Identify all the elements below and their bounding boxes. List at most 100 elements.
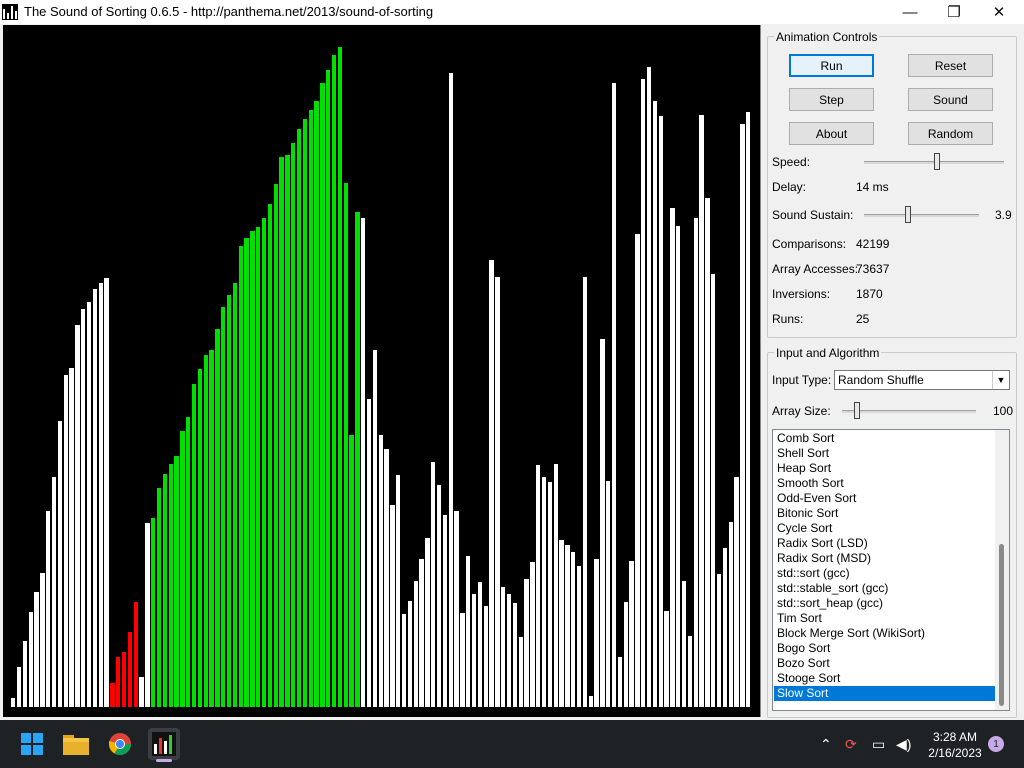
algorithm-list-item[interactable]: Radix Sort (LSD) xyxy=(774,536,996,551)
algorithm-list-item[interactable]: std::sort_heap (gcc) xyxy=(774,596,996,611)
array-bar xyxy=(594,558,599,707)
array-bar xyxy=(722,547,728,707)
volume-icon[interactable]: ◀) xyxy=(896,736,911,753)
sound-sustain-slider[interactable] xyxy=(864,206,979,224)
sound-of-sorting-icon[interactable] xyxy=(148,728,180,760)
array-bar xyxy=(11,697,16,707)
minimize-button[interactable]: — xyxy=(887,0,933,24)
speed-slider[interactable] xyxy=(864,153,1004,171)
array-bar xyxy=(285,155,290,707)
array-bar xyxy=(267,204,273,707)
array-bar xyxy=(524,579,529,707)
windows-start-icon[interactable] xyxy=(16,728,48,760)
file-explorer-icon[interactable] xyxy=(60,728,92,760)
array-bar xyxy=(296,129,302,707)
array-bar xyxy=(349,434,354,707)
speed-label: Speed: xyxy=(772,155,811,169)
array-bar xyxy=(226,295,232,707)
chrome-icon[interactable] xyxy=(104,728,136,760)
algorithm-list-item[interactable]: Cycle Sort xyxy=(774,521,996,536)
algorithm-list-item[interactable]: Stooge Sort xyxy=(774,671,996,686)
array-bar xyxy=(716,573,722,707)
algorithm-list-item[interactable]: Bozo Sort xyxy=(774,656,996,671)
scrollbar-thumb[interactable] xyxy=(999,544,1004,706)
array-bar xyxy=(34,592,39,707)
sound-sustain-slider-thumb[interactable] xyxy=(905,206,912,223)
algorithm-list-item[interactable]: Shell Sort xyxy=(774,446,996,461)
input-type-dropdown[interactable]: Random Shuffle ▼ xyxy=(834,370,1010,390)
array-bar xyxy=(390,504,395,707)
algorithm-list-item[interactable]: Block Merge Sort (WikiSort) xyxy=(774,626,996,641)
title-bar: The Sound of Sorting 0.6.5 - http://pant… xyxy=(0,0,1024,24)
array-bar xyxy=(291,143,296,707)
algorithm-list-item[interactable]: Bitonic Sort xyxy=(774,506,996,521)
array-bar xyxy=(676,225,681,707)
speed-slider-thumb[interactable] xyxy=(933,153,940,170)
algorithm-list-scrollbar[interactable] xyxy=(995,430,1009,710)
comparisons-value: 42199 xyxy=(856,237,890,251)
runs-label: Runs: xyxy=(772,312,804,326)
reset-button[interactable]: Reset xyxy=(908,54,993,77)
algorithm-list-item[interactable]: Slow Sort xyxy=(774,686,996,701)
array-bar xyxy=(22,641,27,707)
array-bar xyxy=(681,581,687,707)
chevron-up-icon[interactable]: ⌃ xyxy=(820,736,832,753)
close-button[interactable]: ✕ xyxy=(976,0,1022,24)
array-size-slider-thumb[interactable] xyxy=(853,402,860,419)
array-bar xyxy=(355,211,360,707)
array-bar xyxy=(705,198,710,707)
array-bar xyxy=(186,417,191,707)
array-bar xyxy=(372,349,378,707)
array-bar xyxy=(69,367,74,707)
run-button[interactable]: Run xyxy=(789,54,874,77)
algorithm-list[interactable]: Comb Sort Shell Sort Heap Sort Smooth Sort O… xyxy=(772,429,1010,711)
array-bar xyxy=(110,682,115,707)
array-bar xyxy=(431,462,436,707)
algorithm-list-item[interactable]: std::stable_sort (gcc) xyxy=(774,581,996,596)
maximize-button[interactable]: ❐ xyxy=(931,0,977,24)
array-bar xyxy=(740,124,745,707)
array-bar xyxy=(156,487,162,707)
algorithm-list-item[interactable]: Comb Sort xyxy=(774,431,996,446)
notification-badge[interactable]: 1 xyxy=(988,736,1004,752)
sort-visualization xyxy=(3,25,761,717)
display-icon[interactable]: ▭ xyxy=(872,736,885,753)
algorithm-list-item[interactable]: Heap Sort xyxy=(774,461,996,476)
array-bar xyxy=(46,511,51,707)
sound-sustain-value: 3.9 xyxy=(995,208,1012,222)
sound-sustain-label: Sound Sustain: xyxy=(772,208,854,222)
array-size-label: Array Size: xyxy=(772,404,831,418)
array-bar xyxy=(314,100,319,707)
array-bar xyxy=(221,306,226,707)
animation-controls-legend: Animation Controls xyxy=(774,30,880,44)
algorithm-list-item[interactable]: Bogo Sort xyxy=(774,641,996,656)
array-size-slider[interactable] xyxy=(842,402,976,420)
array-bar xyxy=(57,420,62,707)
array-bar xyxy=(133,602,138,707)
chevron-down-icon[interactable]: ▼ xyxy=(992,371,1009,389)
array-bar xyxy=(518,637,523,707)
algorithm-list-item[interactable]: std::sort (gcc) xyxy=(774,566,996,581)
input-type-value: Random Shuffle xyxy=(838,373,924,387)
about-button[interactable]: About xyxy=(789,122,874,145)
random-button[interactable]: Random xyxy=(908,122,993,145)
array-bar xyxy=(331,55,337,707)
array-bar xyxy=(477,582,483,707)
network-alert-icon[interactable]: ⟳ xyxy=(845,736,857,753)
array-bar xyxy=(75,324,80,707)
algorithm-list-item[interactable]: Odd-Even Sort xyxy=(774,491,996,506)
app-icon xyxy=(2,4,18,20)
algorithm-list-item[interactable]: Radix Sort (MSD) xyxy=(774,551,996,566)
inversions-value: 1870 xyxy=(856,287,883,301)
array-bar xyxy=(448,73,453,707)
array-bar xyxy=(559,540,564,707)
array-bar xyxy=(320,83,325,707)
array-bar xyxy=(384,448,389,707)
array-bar xyxy=(582,276,588,707)
algorithm-list-item[interactable]: Smooth Sort xyxy=(774,476,996,491)
clock[interactable]: 3:28 AM 2/16/2023 xyxy=(915,729,995,761)
sound-button[interactable]: Sound xyxy=(908,88,993,111)
array-bar xyxy=(635,233,640,707)
step-button[interactable]: Step xyxy=(789,88,874,111)
algorithm-list-item[interactable]: Tim Sort xyxy=(774,611,996,626)
